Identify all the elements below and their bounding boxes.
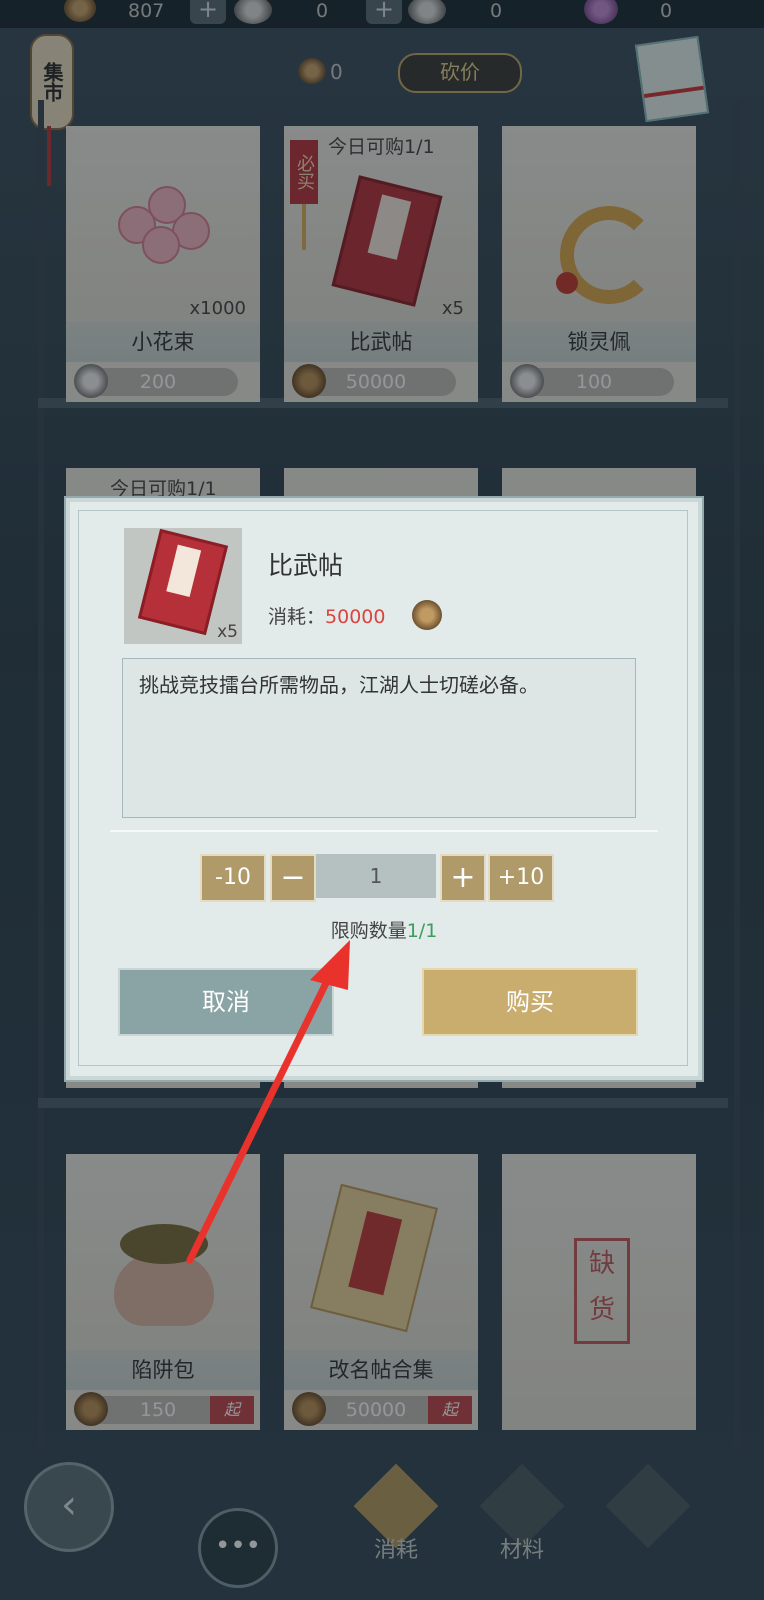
annotation-arrow (186, 940, 350, 1264)
